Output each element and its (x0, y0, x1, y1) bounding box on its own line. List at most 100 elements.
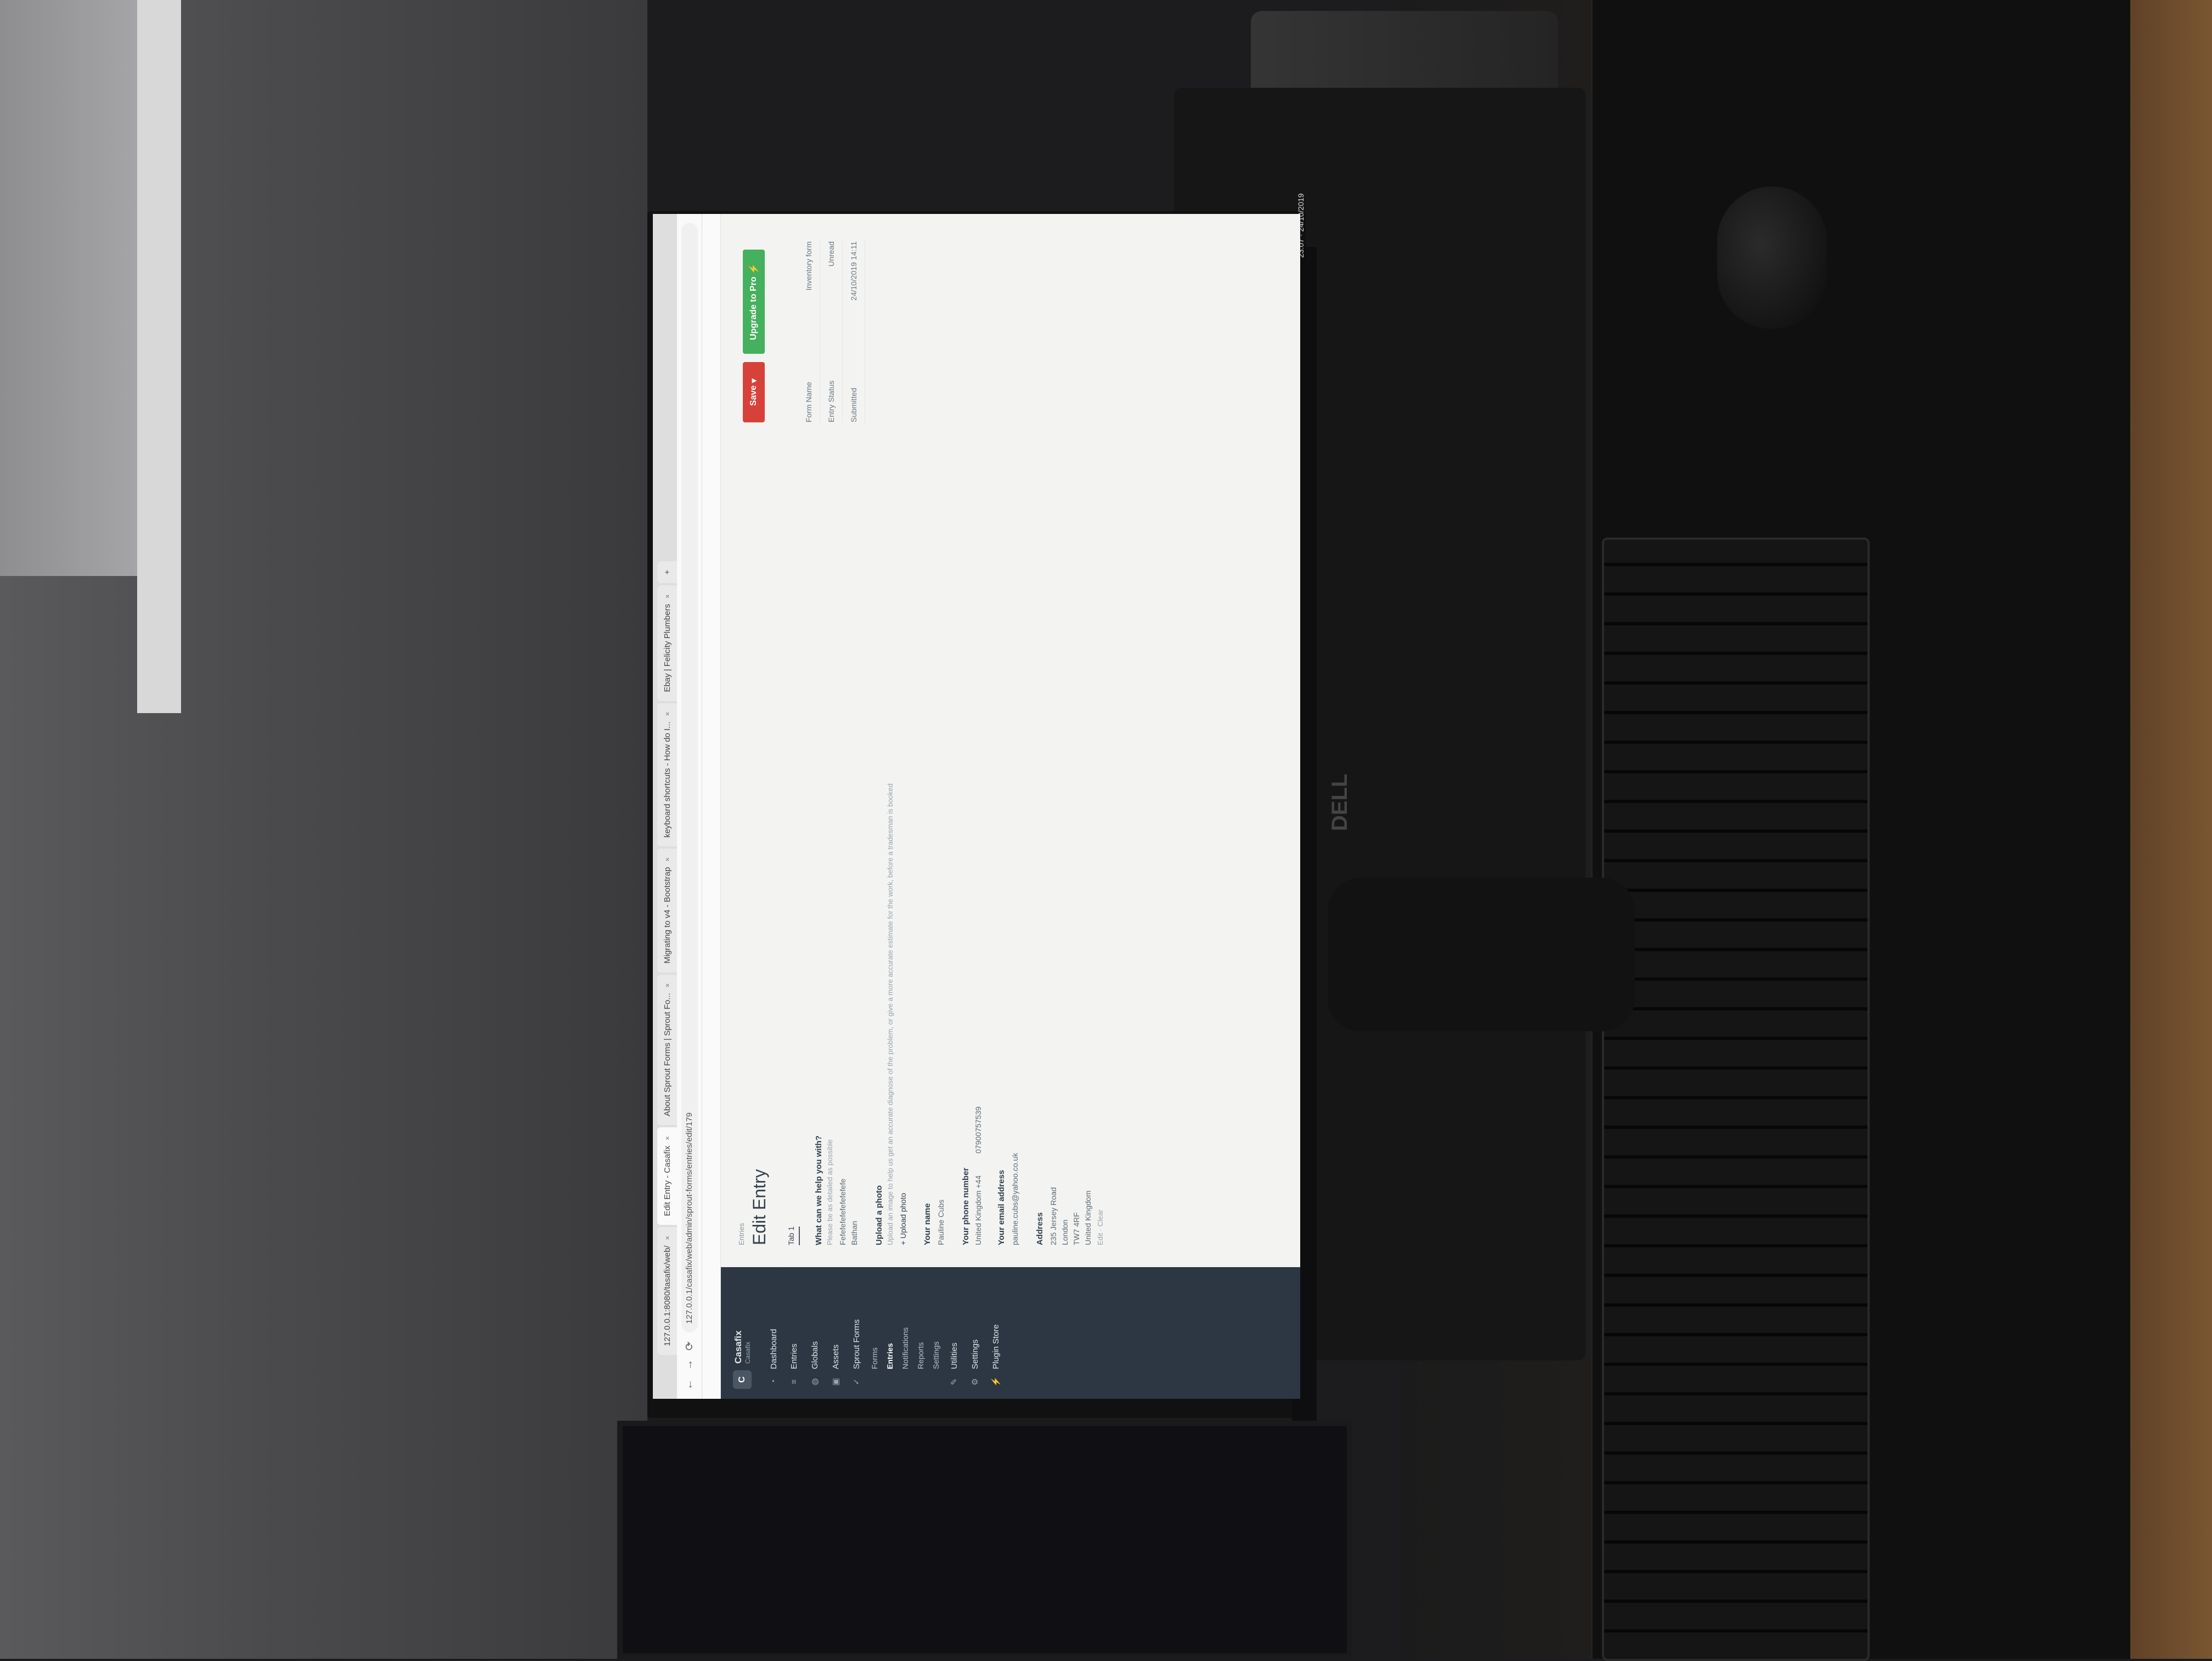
bookmarks-bar (702, 214, 721, 1399)
back-icon[interactable]: ← (683, 1379, 696, 1390)
email-input[interactable]: pauline.cubs@yahoo.co.uk (1009, 422, 1021, 1245)
field-upload: Upload a photo Upload an image to help u… (874, 422, 909, 1245)
gear-icon: ⚙ (970, 1378, 980, 1386)
meta-row: Submitted 24/10/2019 14:11 (843, 241, 865, 422)
field-label: What can we help you with? (814, 1135, 823, 1245)
monitor-screen: 127.0.0.1:8080/tasafix/web/ × Edit Entry … (653, 214, 1300, 1399)
close-icon[interactable]: × (663, 1236, 672, 1240)
wrench-icon: ✎ (950, 1378, 959, 1386)
gauge-icon: ◔ (769, 1379, 778, 1385)
meta-value: 24/10/2019 14:11 (849, 241, 858, 301)
meta-key: Form Name (804, 382, 813, 422)
meta-value: Unread (827, 241, 836, 267)
field-label: Your email address (997, 1170, 1006, 1245)
meta-row: Form Name Inventory form (798, 241, 820, 422)
sidebar-subitem-settings[interactable]: Settings (928, 1267, 944, 1399)
name-input[interactable]: Pauline Cubs (935, 422, 947, 1245)
field-name: Your name Pauline Cubs (923, 422, 947, 1245)
sidebar-item-label: Globals (810, 1341, 820, 1369)
sidebar-item-entries[interactable]: ≡ Entries (784, 1267, 804, 1399)
address-line: London (1060, 1219, 1069, 1245)
meta-row: Entry Status Unread (820, 241, 843, 422)
field-label: Address (1035, 1212, 1045, 1245)
browser-tab[interactable]: Ebay | Felicity Plumbers × (657, 585, 677, 701)
address-value[interactable]: 235 Jersey Road London TW7 4RF United Ki… (1048, 422, 1094, 1245)
main-content: Entries Edit Entry Save ▾ Upgrade to Pro… (721, 214, 1300, 1267)
sidebar-item-utilities[interactable]: ✎ Utilities (944, 1267, 964, 1399)
sidebar-item-label: Assets (831, 1344, 840, 1369)
tab-label: Edit Entry - Casafix (662, 1145, 672, 1216)
field-phone: Your phone number United Kingdom +44 079… (961, 422, 983, 1245)
sidebar-subitem-reports[interactable]: Reports (913, 1267, 928, 1399)
cp-sidebar: C Casafix Casafix ◔ Dashboard ≡ Entries ◍ G… (721, 1261, 1300, 1399)
sidebar-subitem-notifications[interactable]: Notifications (898, 1267, 913, 1399)
entry-meta: Form Name Inventory form Entry Status Unre… (798, 241, 865, 422)
close-icon[interactable]: × (663, 857, 672, 862)
sidebar-item-dashboard[interactable]: ◔ Dashboard (764, 1267, 784, 1399)
address-bar-row: ← → ⟳ 127.0.0.1/casafix/web/admin/sprout… (677, 214, 702, 1399)
field-email: Your email address pauline.cubs@yahoo.co… (997, 422, 1021, 1245)
sidebar-item-globals[interactable]: ◍ Globals (804, 1267, 825, 1399)
address-line: 235 Jersey Road (1049, 1187, 1058, 1245)
sidebar-item-sprout-forms[interactable]: ✓ Sprout Forms (846, 1267, 867, 1399)
monitor-stand (1328, 878, 1635, 1031)
upload-label: Upload photo (899, 1193, 907, 1239)
forward-icon[interactable]: → (683, 1359, 696, 1370)
meta-key: Submitted (849, 387, 858, 422)
close-icon[interactable]: × (663, 1136, 672, 1140)
globe-icon: ◍ (810, 1378, 820, 1386)
sidebar-item-label: Plugin Store (991, 1324, 1001, 1369)
upgrade-pro-button[interactable]: Upgrade to Pro ⚡ (743, 250, 765, 354)
browser-tab[interactable]: About Sprout Forms | Sprout Fo... × (657, 974, 677, 1125)
sidebar-item-label: Entries (789, 1343, 799, 1369)
site-name: Casafix (733, 1330, 743, 1364)
help-textarea[interactable]: Fefefefefefefefefefe Bathan (837, 422, 860, 1245)
tab-label: keyboard shortcuts - How do I... (662, 721, 672, 838)
tab-1[interactable]: Tab 1 (787, 1226, 800, 1245)
monitor-brand: DELL (1328, 773, 1352, 831)
close-icon[interactable]: × (663, 984, 672, 988)
tab-label: About Sprout Forms | Sprout Fo... (662, 993, 672, 1116)
reload-icon[interactable]: ⟳ (682, 1341, 696, 1351)
new-tab-button[interactable]: + (657, 561, 677, 584)
field-help: What can we help you with? Please be as … (814, 422, 860, 1245)
field-label: Your name (923, 1203, 932, 1245)
laptop-screen (617, 1421, 1352, 1659)
close-icon[interactable]: × (663, 712, 672, 716)
list-icon: ≡ (789, 1379, 799, 1385)
field-instructions: Upload an image to help us get an accura… (886, 783, 894, 1245)
tab-label: Ebay | Felicity Plumbers (662, 604, 672, 692)
sidebar-item-plugin-store[interactable]: ⚡ Plugin Store (985, 1267, 1006, 1399)
browser-tab[interactable]: keyboard shortcuts - How do I... × (657, 703, 677, 847)
mouse (1717, 187, 1827, 329)
phone-input[interactable]: 07900757539 (974, 1106, 983, 1154)
site-badge[interactable]: C Casafix Casafix (721, 1267, 764, 1399)
phone-country-select[interactable]: United Kingdom +44 (974, 1176, 983, 1245)
sidebar-subitem-forms[interactable]: Forms (867, 1267, 882, 1399)
help-value-2: Bathan (850, 1221, 859, 1245)
close-icon[interactable]: × (663, 594, 672, 598)
browser-tab[interactable]: Migrating to v4 - Bootstrap × (657, 849, 677, 973)
browser-tab[interactable]: 127.0.0.1:8080/tasafix/web/ × (657, 1227, 677, 1355)
field-address: Address 235 Jersey Road London TW7 4RF U… (1035, 422, 1104, 1245)
entry-form: What can we help you with? Please be as … (814, 422, 1119, 1245)
plug-icon: ⚡ (991, 1376, 1001, 1387)
address-actions[interactable]: Edit · Clear (1096, 422, 1104, 1245)
keyboard (1602, 538, 1870, 1661)
field-instructions: Please be as detailed as possible (826, 1139, 834, 1245)
shelf-edge (137, 0, 181, 713)
shelf (0, 0, 143, 576)
save-button[interactable]: Save ▾ (743, 362, 765, 422)
sidebar-item-settings[interactable]: ⚙ Settings (964, 1267, 985, 1399)
browser-tab-active[interactable]: Edit Entry - Casafix × (657, 1127, 677, 1225)
address-line: United Kingdom (1084, 1190, 1092, 1245)
url-input[interactable]: 127.0.0.1/casafix/web/admin/sprout-forms… (681, 223, 698, 1333)
meta-key: Entry Status (827, 380, 836, 422)
sidebar-subitem-entries[interactable]: Entries (882, 1267, 898, 1399)
upload-photo-button[interactable]: + Upload photo (899, 1193, 907, 1245)
image-icon: ▣ (831, 1377, 840, 1386)
phone-row: United Kingdom +44 07900757539 (974, 422, 983, 1245)
breadcrumb[interactable]: Entries (737, 1223, 746, 1245)
sidebar-item-assets[interactable]: ▣ Assets (825, 1267, 846, 1399)
sidebar-item-label: Dashboard (769, 1329, 778, 1369)
